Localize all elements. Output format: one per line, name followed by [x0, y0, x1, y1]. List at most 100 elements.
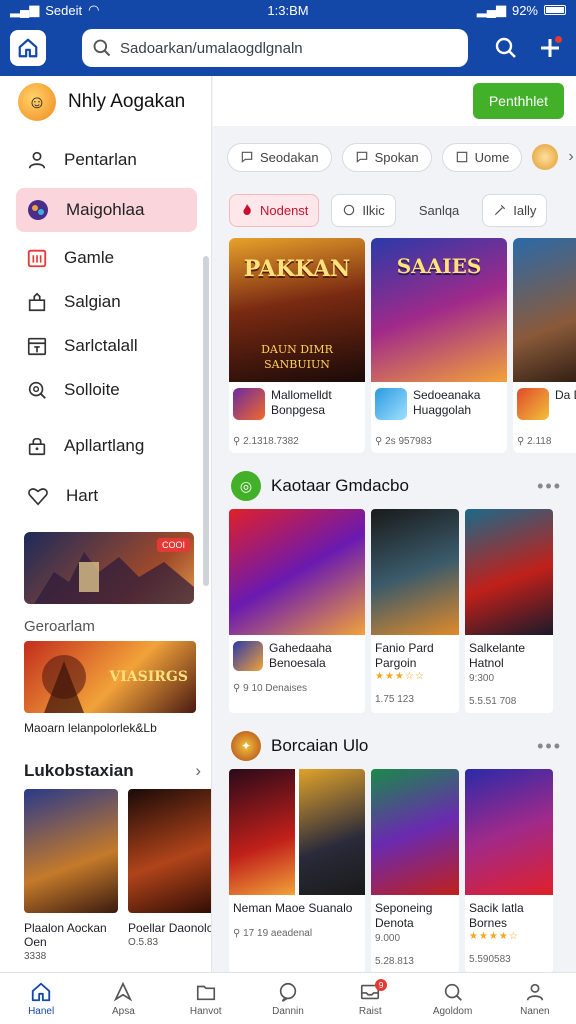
game-card[interactable]: Neman Maoe Suanalo ⚲ 17 19 aeadenal: [229, 769, 365, 972]
signal-bars-icon: ▂▄▆: [476, 2, 506, 17]
game-card[interactable]: Salkelante Hatnol 9:300 5.5.51 708: [465, 509, 553, 713]
tag-icon: [344, 204, 355, 216]
bottom-nav: Hanel Apsa Hanvot Dannin 9 Raist Agoldom…: [0, 972, 576, 1024]
art-title: PAKKAN: [243, 256, 351, 282]
sidebar-item-maigohlaa[interactable]: Maigohlaa: [16, 188, 197, 232]
game-art: [371, 509, 459, 635]
filter-nodenst[interactable]: Nodenst: [229, 193, 320, 227]
home-button[interactable]: [10, 30, 46, 66]
nav-dannin[interactable]: Dannin: [247, 973, 329, 1024]
sidebar-item-salgian[interactable]: Salgian: [0, 280, 211, 324]
filter-ially[interactable]: Ially: [482, 193, 548, 227]
game-meta: ⚲ 2s 957983: [371, 430, 507, 453]
nav-apsa[interactable]: Apsa: [82, 973, 164, 1024]
sidebar-item-label: Hart: [66, 486, 99, 505]
chip-uome[interactable]: Uome: [441, 142, 523, 172]
sidebar-item-label: Pentarlan: [64, 150, 137, 169]
game-card[interactable]: Fanio Pard Pargoin ★★★☆☆ 1.75 123: [371, 509, 459, 713]
profile[interactable]: ☺ Nhly Aogakan: [0, 76, 211, 128]
sidebar-item-apllartlang[interactable]: Apllartlang: [0, 424, 211, 468]
filter-sanlqa[interactable]: Sanlqa: [408, 194, 470, 227]
sidebar-item-pentarlan[interactable]: Pentarlan: [0, 138, 211, 182]
sidebar-item-solloite[interactable]: Solloite: [0, 368, 211, 412]
card-info: Seponeing Denota 9.000: [371, 895, 459, 950]
chip-seodakan[interactable]: Seodakan: [227, 142, 332, 172]
game-meta: 5.5.51 708: [469, 696, 517, 707]
filter-ilkic[interactable]: Ilkic: [331, 193, 396, 227]
game-art: [465, 769, 553, 895]
game-card[interactable]: Seponeing Denota 9.000 5.28.813: [371, 769, 459, 972]
promo-tag: COOI: [156, 538, 190, 552]
game-meta: 3338: [24, 951, 47, 962]
top-bar: [0, 20, 576, 76]
badge-icon: ✦: [231, 731, 261, 761]
game-meta: O.5.83: [128, 937, 159, 948]
more-icon[interactable]: •••: [537, 476, 562, 497]
location-icon: ⚲: [375, 436, 386, 447]
sidebar-item-sarlctalall[interactable]: Sarlctalall: [0, 324, 211, 368]
search-icon: [495, 37, 516, 58]
game-extra: 9:300: [469, 673, 495, 684]
game-meta: ⚲ 17 19 aeadenal: [229, 922, 365, 945]
sidebar-item-hart[interactable]: Hart: [0, 474, 211, 518]
art-title: SAAIES: [396, 254, 482, 278]
sidebar-item-label: Gamle: [64, 248, 115, 267]
action-bar: Penthhlet: [213, 76, 576, 126]
sidebar-item-gamle[interactable]: Gamle: [0, 236, 211, 280]
game-card[interactable]: Sacik latla Bornes ★★★★☆ 5.590583: [465, 769, 553, 972]
sidebar-item-label: Solloite: [64, 380, 120, 399]
card-info: Salkelante Hatnol 9:300: [465, 635, 553, 690]
game-thumbnail: [233, 641, 263, 671]
add-button[interactable]: [534, 32, 566, 64]
featured-row: PAKKAN DAUN DIMR SANBUIUN Mallomelldt Bo…: [213, 230, 576, 453]
filter-row: Nodenst Ilkic Sanlqa Ially: [213, 178, 576, 230]
search-input[interactable]: [120, 39, 458, 57]
nav-hanvot[interactable]: Hanvot: [165, 973, 247, 1024]
game-thumbnail: [375, 388, 407, 420]
folder-icon: [196, 985, 215, 1000]
related-card[interactable]: Plaalon Aockan Oen 3338: [24, 789, 118, 962]
promo-banner[interactable]: COOI: [24, 532, 194, 604]
window-icon: [456, 151, 467, 163]
related-card[interactable]: Poellar Daonolos O.5.83: [128, 789, 211, 962]
status-bar: ▂▄▆ Sedeit ◠ 1:3:BM ▂▄▆ 92%: [0, 0, 576, 20]
featured-card[interactable]: Da Da ⚲ 2.118: [513, 238, 576, 453]
avatar: ☺: [18, 83, 56, 121]
chip-spokan[interactable]: Spokan: [341, 142, 432, 172]
chevron-right-icon[interactable]: ›: [568, 148, 573, 166]
category-chips: Seodakan Spokan Uome ›: [213, 126, 576, 178]
game-banner[interactable]: VIASIRGS: [24, 641, 196, 713]
section-grid: Gahedaaha Benoesala ⚲ 9 10 Denaises Fani…: [213, 509, 576, 713]
game-art: SAAIES: [371, 238, 507, 382]
game-card[interactable]: Gahedaaha Benoesala ⚲ 9 10 Denaises: [229, 509, 365, 713]
more-icon[interactable]: •••: [537, 736, 562, 757]
game-meta: ⚲ 2.1318.7382: [229, 430, 365, 453]
sidebar-scrollbar[interactable]: [203, 256, 209, 586]
user-avatar[interactable]: [532, 144, 559, 170]
game-thumbnail: [233, 388, 265, 420]
game-art: [128, 789, 211, 913]
game-extra: 9.000: [375, 933, 401, 944]
nav-raist[interactable]: 9 Raist: [329, 973, 411, 1024]
section-title: Borcaian Ulo: [271, 736, 369, 755]
banner-title: VIASIRGS: [109, 669, 188, 685]
section-header: ✦ Borcaian Ulo •••: [213, 713, 576, 769]
primary-action-button[interactable]: Penthhlet: [472, 83, 564, 119]
nav-hanel[interactable]: Hanel: [0, 973, 82, 1024]
game-meta: ⚲ 9 10 Denaises: [229, 677, 365, 700]
nav-badge: 9: [375, 979, 388, 991]
calendar-icon: [27, 249, 47, 268]
game-pad-icon: ◎: [231, 471, 261, 501]
meta-value: 2.118: [527, 436, 552, 447]
featured-card[interactable]: SAAIES Sedoeanaka Huaggolah ⚲ 2s 957983: [371, 238, 507, 453]
chevron-right-icon[interactable]: ›: [195, 761, 201, 781]
featured-card[interactable]: PAKKAN DAUN DIMR SANBUIUN Mallomelldt Bo…: [229, 238, 365, 453]
search-button[interactable]: [490, 32, 522, 64]
sidebar-item-label: Salgian: [64, 292, 121, 311]
game-art: PAKKAN DAUN DIMR SANBUIUN: [229, 238, 365, 382]
nav-nanen[interactable]: Nanen: [494, 973, 576, 1024]
search-bar[interactable]: [82, 29, 468, 67]
nav-label: Nanen: [520, 1005, 550, 1017]
rating-stars: ★★★★☆: [469, 931, 519, 942]
nav-agoldom[interactable]: Agoldom: [411, 973, 493, 1024]
